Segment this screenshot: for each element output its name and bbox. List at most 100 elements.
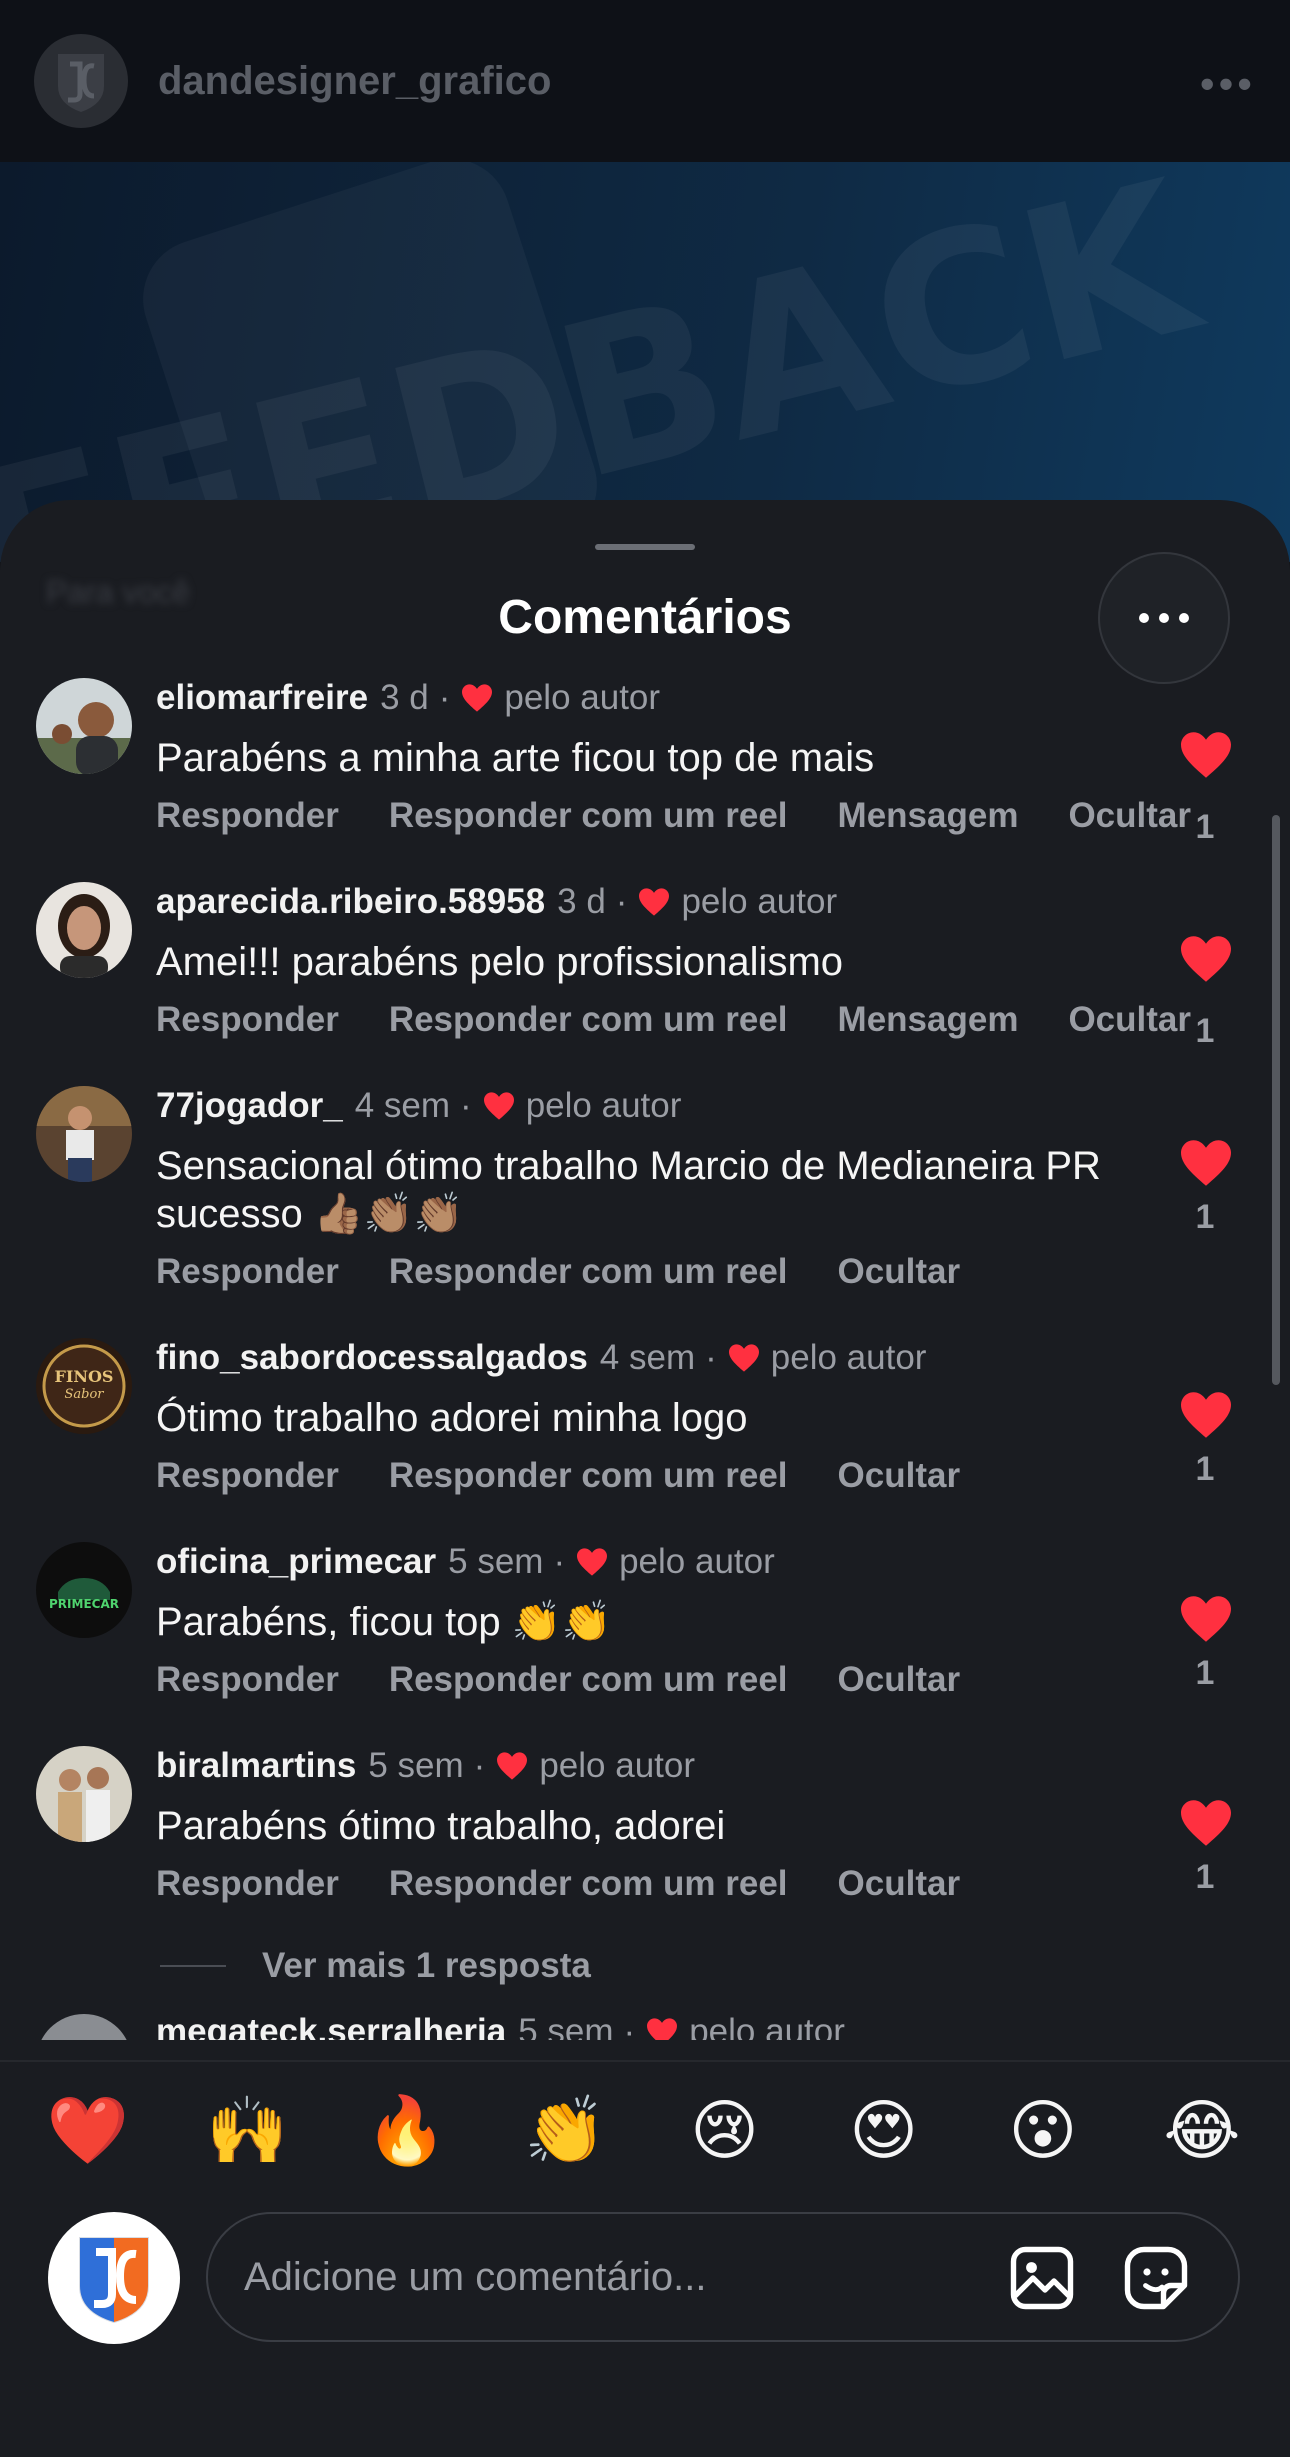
comment-actions: Responder Responder com um reel Mensagem… <box>156 1000 1191 1040</box>
reply-button[interactable]: Responder <box>156 796 339 836</box>
hide-button[interactable]: Ocultar <box>1068 796 1191 836</box>
comment-input-box <box>206 2212 1240 2342</box>
comment-header: 77jogador_ 4 sem · pelo autor <box>156 1086 682 1126</box>
comment-username[interactable]: aparecida.ribeiro.58958 <box>156 882 545 922</box>
like-heart-icon[interactable] <box>1178 934 1234 984</box>
comment-item: biralmartins 5 sem · pelo autor Parabéns… <box>0 1746 1290 1950</box>
reaction-heart[interactable]: ❤️ <box>40 2092 136 2170</box>
sheet-title: Comentários <box>498 591 792 644</box>
author-like-label: pelo autor <box>504 678 661 717</box>
like-heart-icon[interactable] <box>1178 1138 1234 1188</box>
comment-username[interactable]: megateck.serralheria <box>156 2012 506 2040</box>
comment-time: 5 sem <box>518 2012 614 2040</box>
sheet-more-button[interactable] <box>1098 552 1230 684</box>
author-like-label: pelo autor <box>619 1542 775 1581</box>
author-like-label: pelo autor <box>681 882 838 921</box>
like-heart-icon[interactable] <box>1178 1390 1234 1440</box>
comment-text: Parabéns a minha arte ficou top de mais <box>156 736 875 780</box>
comment-time: 5 sem <box>368 1746 464 1785</box>
view-more-replies[interactable]: Ver mais 1 resposta <box>160 1946 591 1986</box>
comment-username[interactable]: eliomarfreire <box>156 678 368 718</box>
comment-text: Parabéns, ficou top 👏👏 <box>156 1600 612 1644</box>
reply-button[interactable]: Responder <box>156 1252 339 1292</box>
reaction-crying[interactable]: 😢 <box>677 2092 773 2170</box>
reaction-laughing[interactable]: 😂 <box>1154 2092 1250 2170</box>
comment-header: fino_sabordocessalgados 4 sem · pelo aut… <box>156 1338 927 1378</box>
composer-panel: ❤️ 🙌 🔥 👏 😢 😍 😮 😂 <box>0 2060 1290 2457</box>
like-heart-icon[interactable] <box>1178 1594 1234 1644</box>
hide-button[interactable]: Ocultar <box>838 1660 961 1700</box>
hide-button[interactable]: Ocultar <box>1068 1000 1191 1040</box>
post-more-button[interactable]: ••• <box>1200 60 1256 108</box>
reaction-surprised[interactable]: 😮 <box>995 2092 1091 2170</box>
reaction-heart-eyes[interactable]: 😍 <box>836 2092 932 2170</box>
comment-username[interactable]: fino_sabordocessalgados <box>156 1338 588 1378</box>
comment-avatar[interactable] <box>36 1746 132 1842</box>
more-horizontal-icon <box>1139 613 1189 623</box>
post-author-avatar[interactable] <box>34 34 128 128</box>
like-count: 1 <box>1195 1450 1215 1488</box>
hide-button[interactable]: Ocultar <box>838 1456 961 1496</box>
author-heart-icon <box>483 1092 514 1120</box>
comment-avatar[interactable] <box>36 2014 132 2040</box>
comment-avatar[interactable]: FINOS Sabor <box>36 1338 132 1434</box>
comment-text: Sensacional ótimo trabalho Marcio de Med… <box>156 1144 1101 1236</box>
svg-text:Sabor: Sabor <box>64 1387 104 1402</box>
like-heart-icon[interactable] <box>1178 730 1234 780</box>
comment-time: 3 d <box>557 882 606 921</box>
reply-with-reel-button[interactable]: Responder com um reel <box>389 796 788 836</box>
reaction-raised-hands[interactable]: 🙌 <box>199 2092 295 2170</box>
reply-with-reel-button[interactable]: Responder com um reel <box>389 1252 788 1292</box>
author-heart-icon <box>462 684 493 712</box>
reply-with-reel-button[interactable]: Responder com um reel <box>389 1000 788 1040</box>
image-icon[interactable] <box>1006 2242 1078 2314</box>
reply-with-reel-button[interactable]: Responder com um reel <box>389 1864 788 1904</box>
author-heart-icon <box>639 888 670 916</box>
comment-actions: Responder Responder com um reel Mensagem… <box>156 796 1191 836</box>
comment-avatar[interactable] <box>36 678 132 774</box>
author-heart-icon <box>577 1548 608 1576</box>
my-avatar[interactable] <box>48 2212 180 2344</box>
sheet-grabber[interactable] <box>595 544 695 550</box>
comment-actions: Responder Responder com um reel Ocultar <box>156 1864 960 1904</box>
message-button[interactable]: Mensagem <box>838 1000 1019 1040</box>
comment-item: PRIMECAR oficina_primecar 5 sem · pelo a… <box>0 1542 1290 1746</box>
comment-item: FINOS Sabor fino_sabordocessalgados 4 se… <box>0 1338 1290 1542</box>
comment-time: 3 d <box>380 678 429 717</box>
like-count: 1 <box>1195 808 1215 846</box>
screen: dandesigner_grafico ••• FEEDBACK Para vo… <box>0 0 1290 2457</box>
like-heart-icon[interactable] <box>1178 1798 1234 1848</box>
partial-comment: megateck.serralheria 5 sem · pelo autor <box>0 2000 1290 2040</box>
comment-header: oficina_primecar 5 sem · pelo autor <box>156 1542 775 1582</box>
reply-with-reel-button[interactable]: Responder com um reel <box>389 1456 788 1496</box>
message-button[interactable]: Mensagem <box>838 796 1019 836</box>
author-like-label: pelo autor <box>689 2012 845 2040</box>
comment-username[interactable]: oficina_primecar <box>156 1542 436 1582</box>
sticker-icon[interactable] <box>1120 2242 1192 2314</box>
comment-avatar[interactable] <box>36 882 132 978</box>
hide-button[interactable]: Ocultar <box>838 1252 961 1292</box>
quick-reactions: ❤️ 🙌 🔥 👏 😢 😍 😮 😂 <box>0 2092 1290 2170</box>
reaction-clap[interactable]: 👏 <box>517 2092 613 2170</box>
author-heart-icon <box>728 1344 759 1372</box>
comment-avatar[interactable] <box>36 1086 132 1182</box>
comment-header: eliomarfreire 3 d · pelo autor <box>156 678 661 718</box>
reply-with-reel-button[interactable]: Responder com um reel <box>389 1660 788 1700</box>
post-header: dandesigner_grafico ••• <box>0 0 1290 162</box>
like-count: 1 <box>1195 1654 1215 1692</box>
author-like-label: pelo autor <box>525 1086 682 1125</box>
comment-username[interactable]: biralmartins <box>156 1746 356 1786</box>
comment-text: Ótimo trabalho adorei minha logo <box>156 1396 748 1440</box>
reply-button[interactable]: Responder <box>156 1456 339 1496</box>
author-like-label: pelo autor <box>539 1746 695 1785</box>
reaction-fire[interactable]: 🔥 <box>358 2092 454 2170</box>
hide-button[interactable]: Ocultar <box>838 1864 961 1904</box>
scrollbar[interactable] <box>1272 815 1280 1385</box>
comment-username[interactable]: 77jogador_ <box>156 1086 343 1126</box>
post-author-username[interactable]: dandesigner_grafico <box>158 59 551 104</box>
reply-button[interactable]: Responder <box>156 1000 339 1040</box>
reply-button[interactable]: Responder <box>156 1864 339 1904</box>
comment-avatar[interactable]: PRIMECAR <box>36 1542 132 1638</box>
reply-button[interactable]: Responder <box>156 1660 339 1700</box>
comment-input[interactable] <box>244 2214 984 2340</box>
